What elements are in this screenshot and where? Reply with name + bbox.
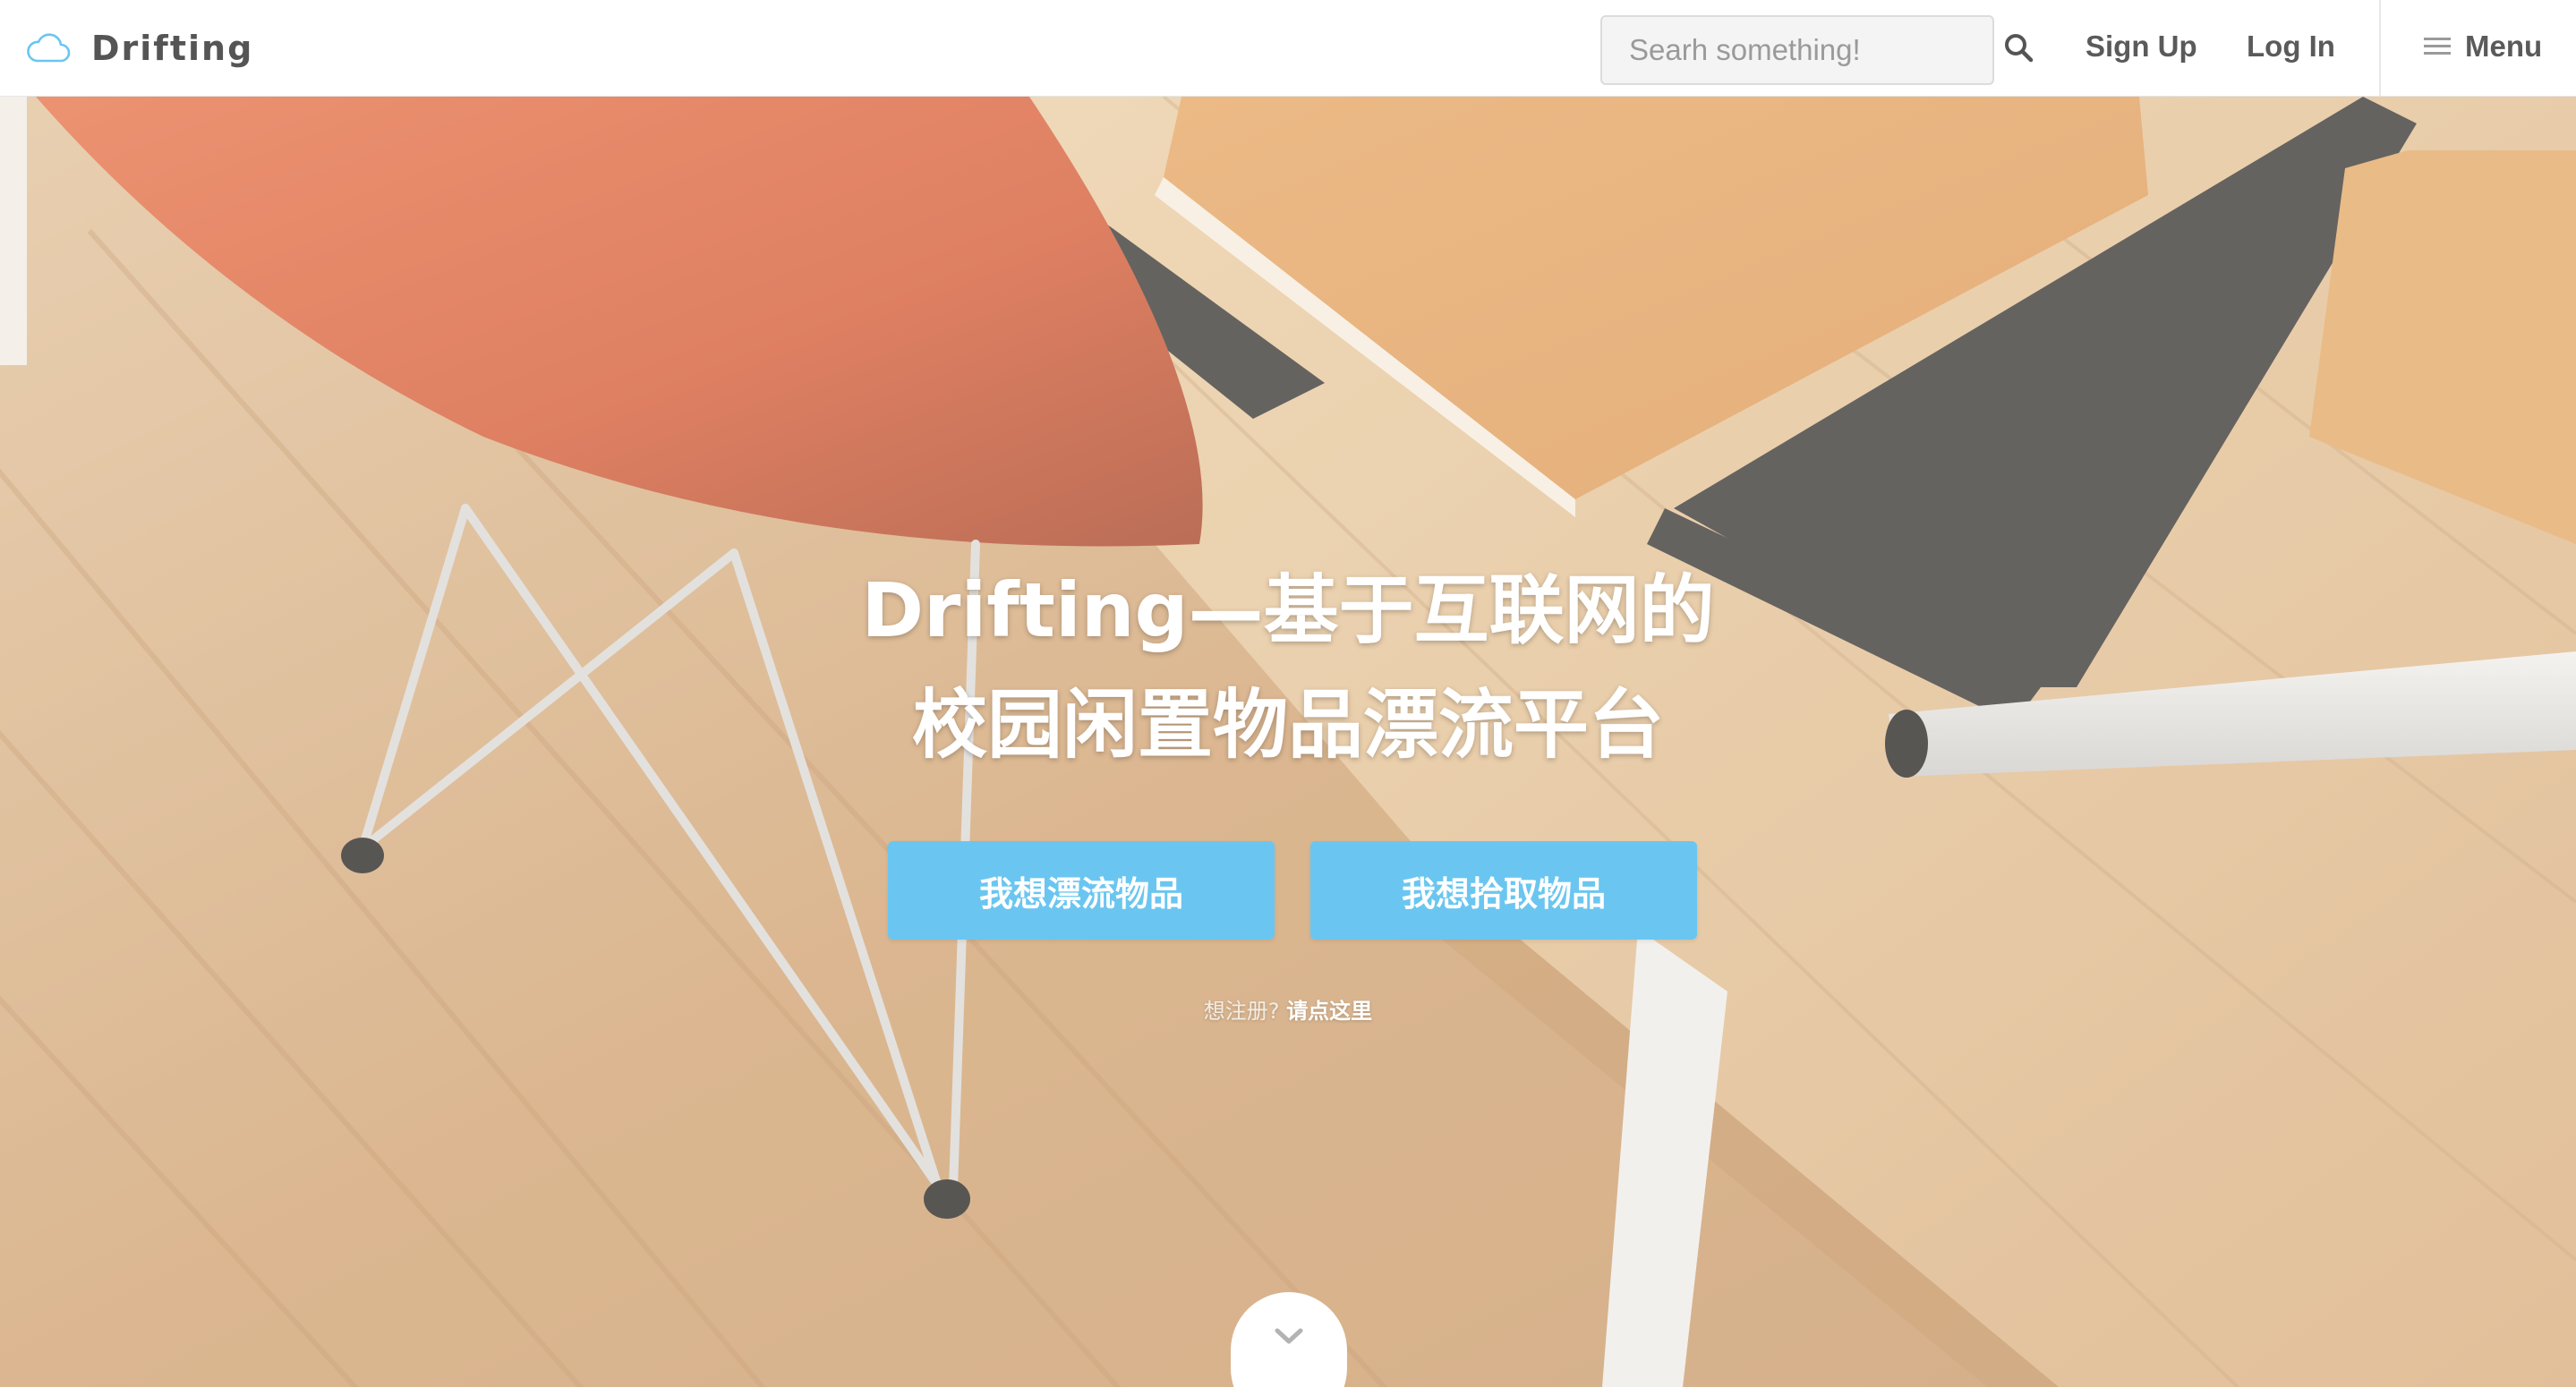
- search-icon: [2005, 34, 2034, 63]
- top-navbar: Drifting Sign Up Log In Menu: [0, 0, 2576, 97]
- log-in-link[interactable]: Log In: [2247, 23, 2335, 70]
- brand-name: Drifting: [91, 29, 254, 68]
- hero-title-line2: 校园闲置物品漂流平台: [911, 681, 1664, 769]
- hero-section: Drifting—基于互联网的 校园闲置物品漂流平台 我想漂流物品 我想拾取物品…: [0, 97, 2576, 1387]
- menu-label: Menu: [2465, 30, 2543, 63]
- register-hint: 想注册? 请点这里: [1109, 993, 1467, 1025]
- drift-item-button[interactable]: 我想漂流物品: [888, 841, 1275, 940]
- hero-title: Drifting—基于互联网的 校园闲置物品漂流平台: [751, 553, 1825, 782]
- hamburger-icon: [2424, 38, 2451, 55]
- sign-up-link[interactable]: Sign Up: [2086, 23, 2197, 70]
- register-prompt: 想注册?: [1203, 999, 1280, 1024]
- hero-title-line1: Drifting—基于互联网的: [861, 566, 1715, 654]
- search-button[interactable]: [1998, 27, 2039, 68]
- nav-divider: [2379, 0, 2381, 97]
- chevron-down-icon: [1275, 1328, 1303, 1344]
- menu-button[interactable]: Menu: [2424, 23, 2542, 70]
- pick-item-button[interactable]: 我想拾取物品: [1310, 841, 1697, 940]
- cloud-icon: [27, 33, 71, 63]
- brand[interactable]: Drifting: [25, 21, 253, 75]
- register-link[interactable]: 请点这里: [1286, 999, 1372, 1024]
- search-input[interactable]: [1600, 15, 1994, 85]
